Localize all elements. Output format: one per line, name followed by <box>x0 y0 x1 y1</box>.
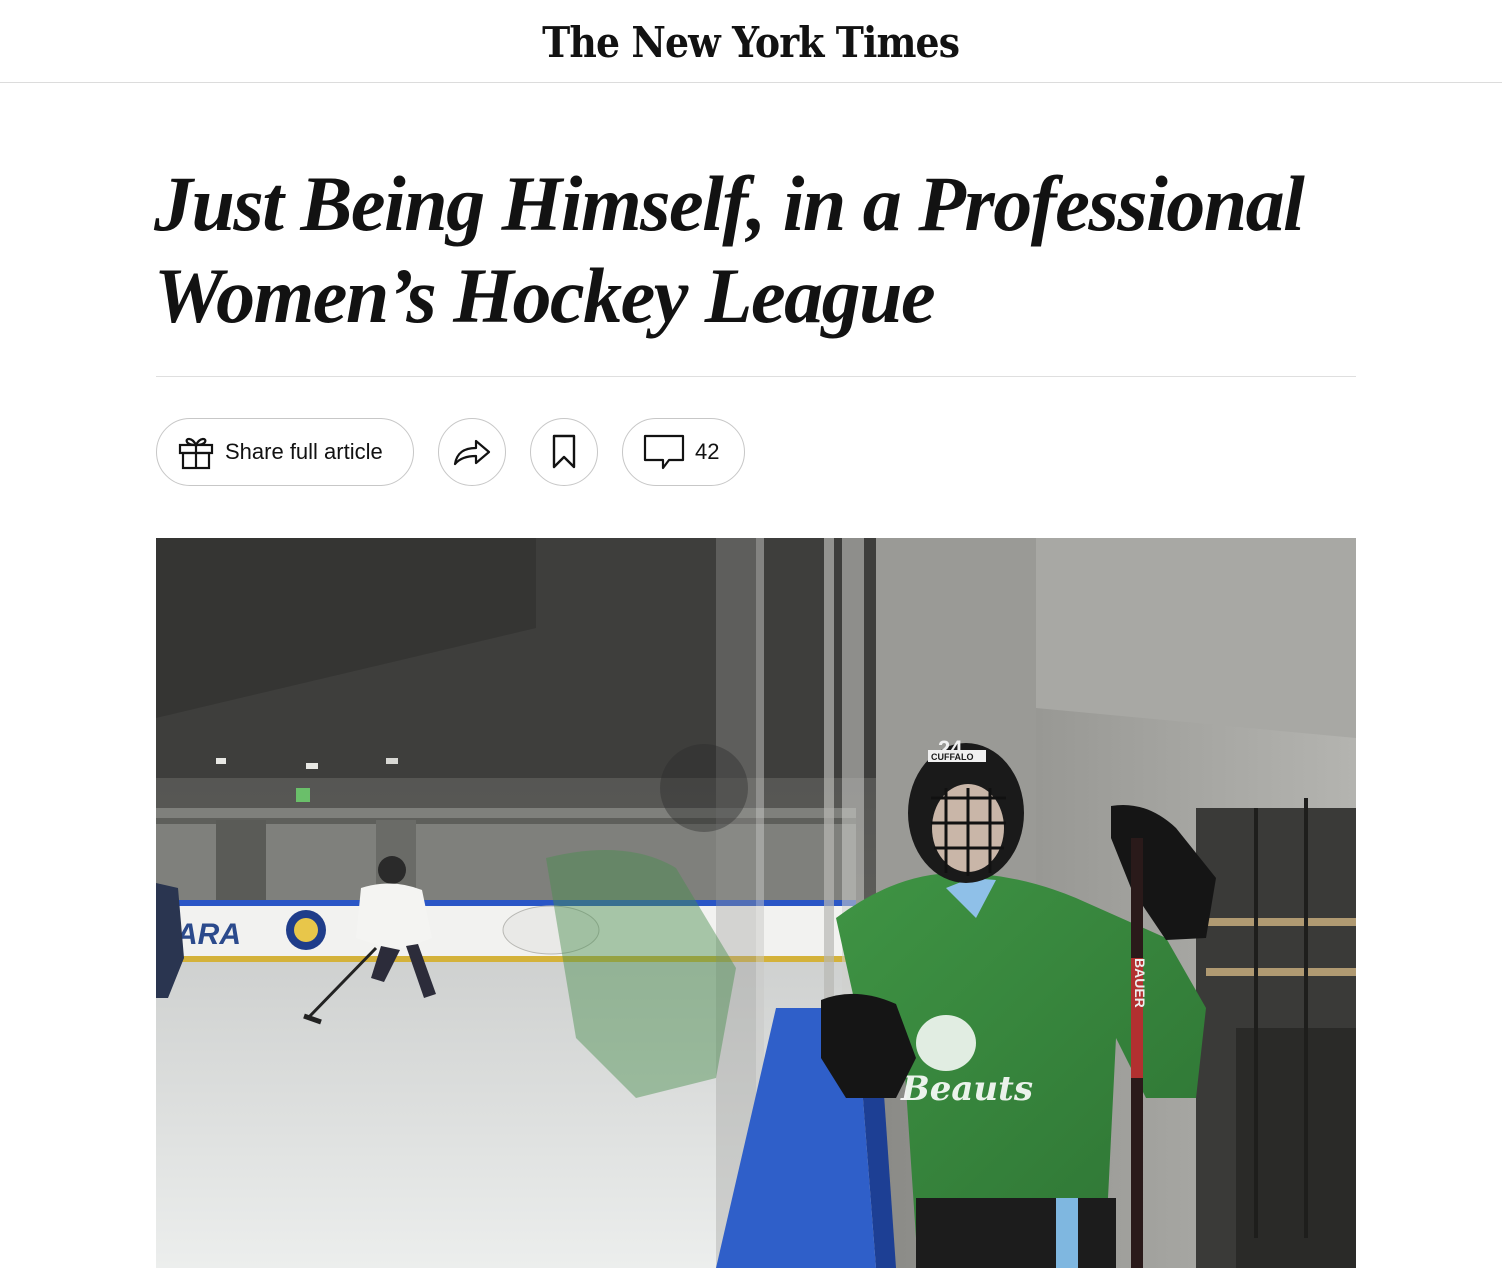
nyt-logo[interactable]: The New York Times <box>543 18 961 67</box>
share-full-article-button[interactable]: Share full article <box>156 418 414 486</box>
share-arrow-icon <box>452 436 492 468</box>
article-toolbar: Share full article 42 <box>156 418 745 486</box>
headline-divider <box>156 376 1356 377</box>
comments-button[interactable]: 42 <box>622 418 745 486</box>
comment-count: 42 <box>695 439 720 464</box>
article-headline: Just Being Himself, in a Professional Wo… <box>154 160 1305 339</box>
lead-photo: ARA Beauts 24 CUFFALO BAUER <box>156 538 1356 1268</box>
share-button[interactable] <box>438 418 506 486</box>
comment-bubble-icon <box>643 434 685 470</box>
bookmark-icon <box>550 434 578 470</box>
stick-brand: BAUER <box>1132 958 1148 1008</box>
save-button[interactable] <box>530 418 598 486</box>
helmet-nameplate: CUFFALO <box>931 752 974 762</box>
masthead: The New York Times <box>0 0 1502 83</box>
boards-ad-text: ARA <box>175 918 241 951</box>
gift-icon <box>177 433 215 471</box>
share-label: Share full article <box>225 439 383 464</box>
jersey-wordmark: Beauts <box>900 1069 1033 1109</box>
